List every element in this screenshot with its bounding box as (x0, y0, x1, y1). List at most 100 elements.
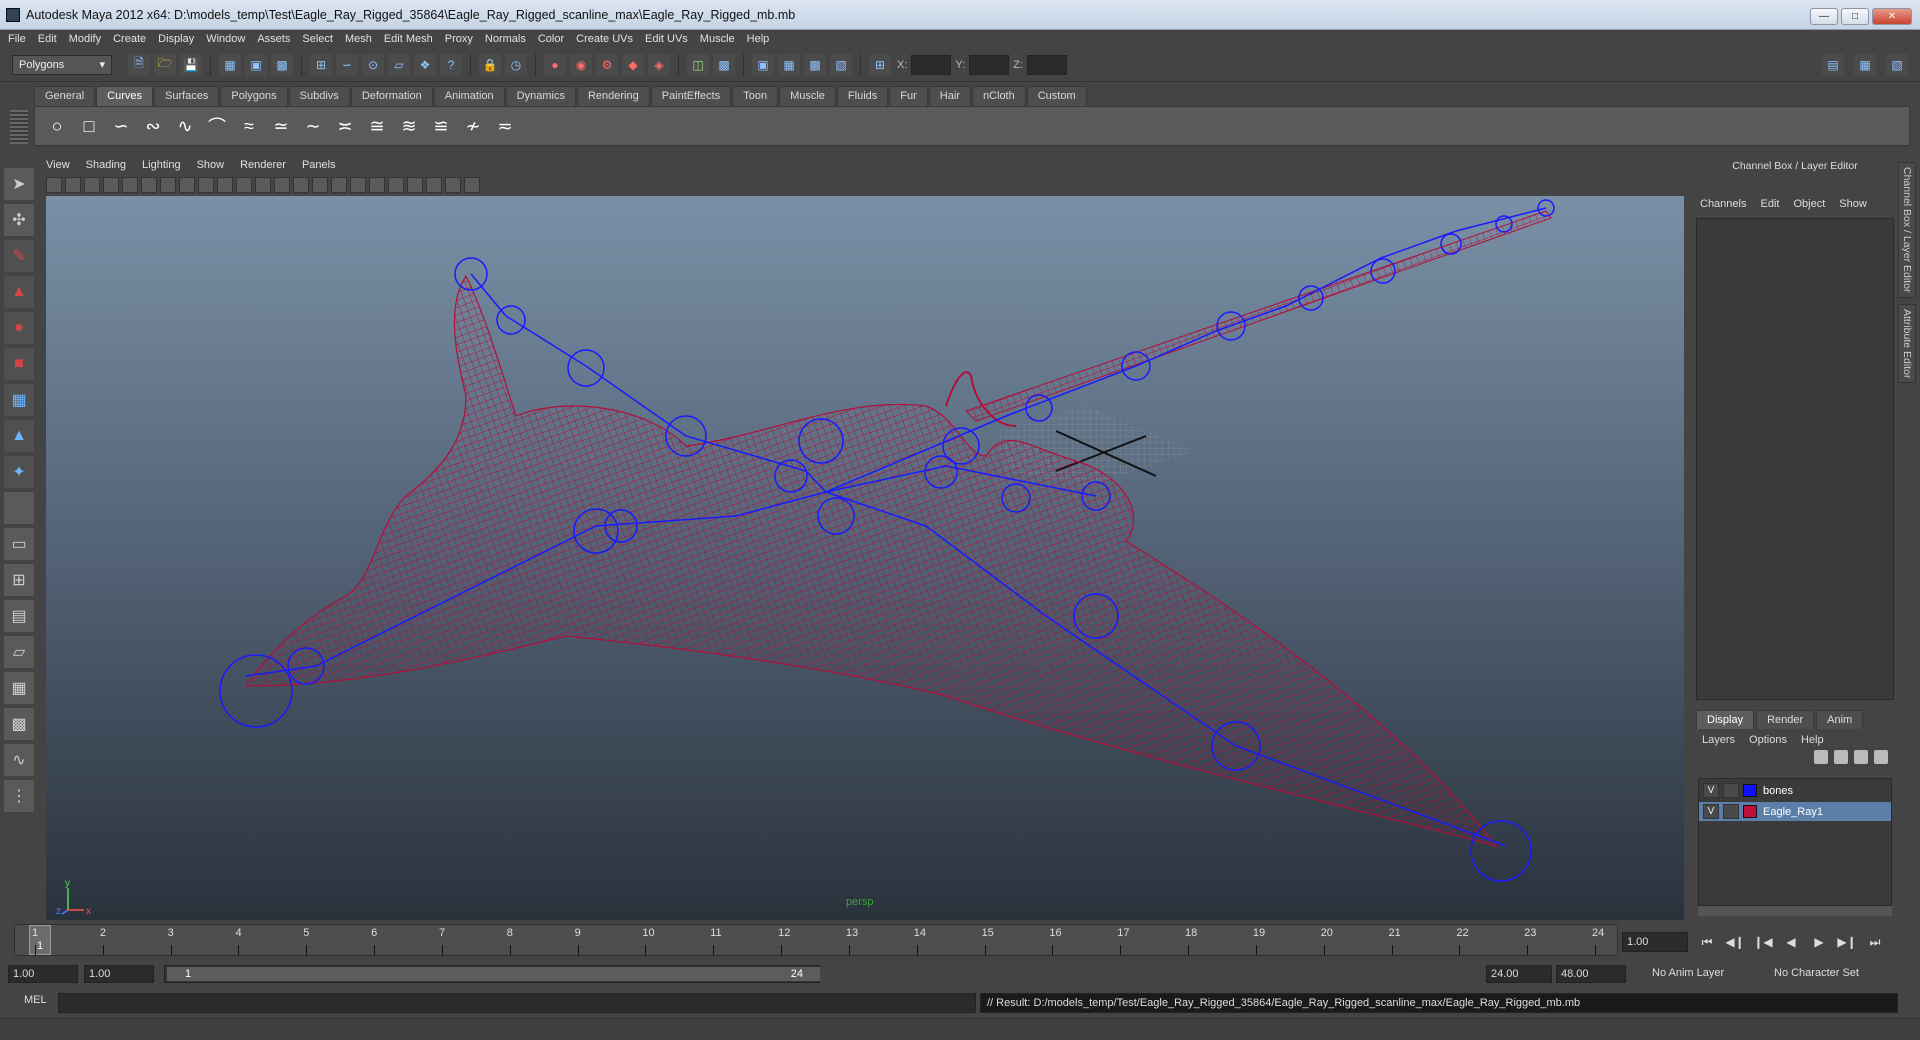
menu-display[interactable]: Display (158, 33, 194, 45)
toggle-channel-box-icon[interactable]: ▧ (1886, 54, 1908, 76)
ep-curve-icon[interactable]: ∾ (139, 112, 167, 140)
panel-menu-show[interactable]: Show (197, 159, 225, 171)
current-frame-field[interactable]: 1.00 (1622, 932, 1688, 952)
select-tool-icon[interactable]: ➤ (4, 168, 34, 200)
menu-select[interactable]: Select (302, 33, 333, 45)
history-icon[interactable]: ◷ (505, 53, 527, 76)
minimize-button[interactable]: — (1810, 8, 1838, 25)
nurbs-circle-icon[interactable]: ○ (43, 112, 71, 140)
shelf-tab-curves[interactable]: Curves (96, 86, 153, 106)
use-all-lights-icon[interactable] (369, 177, 385, 193)
project-tangent-icon[interactable]: ≂ (491, 112, 519, 140)
graph-editor-layout-icon[interactable]: ∿ (4, 744, 34, 776)
shelf-tab-painteffects[interactable]: PaintEffects (650, 86, 732, 106)
layer-row-bones[interactable]: V bones (1699, 781, 1891, 800)
persp-graph-outliner-layout-icon[interactable]: ▩ (4, 708, 34, 740)
layer-visibility-toggle[interactable]: V (1703, 783, 1719, 798)
snap-grid-icon[interactable]: ⊞ (310, 53, 332, 76)
arc-icon[interactable]: ⌒ (203, 112, 231, 140)
four-view-layout-icon[interactable]: ⊞ (4, 564, 34, 596)
rebuild-curve-icon[interactable]: ≋ (395, 112, 423, 140)
menu-edit-uvs[interactable]: Edit UVs (645, 33, 688, 45)
lasso-tool-icon[interactable]: ✣ (4, 204, 34, 236)
perspective-viewport[interactable]: y x z persp (46, 196, 1684, 920)
layer-row-eagle-ray1[interactable]: V Eagle_Ray1 (1699, 802, 1891, 821)
range-slider[interactable]: 1 24 (164, 965, 820, 983)
shelf-tab-deformation[interactable]: Deformation (350, 86, 433, 106)
menu-edit[interactable]: Edit (38, 33, 57, 45)
close-button[interactable]: ✕ (1872, 8, 1912, 25)
animation-start-field[interactable]: 1.00 (8, 965, 78, 983)
go-to-start-icon[interactable]: ⏮ (1696, 932, 1718, 952)
select-component-icon[interactable]: ▩ (271, 53, 293, 76)
create-empty-layer-icon[interactable] (1854, 750, 1868, 764)
display-icon-2[interactable]: ▦ (778, 53, 800, 76)
insert-knot-icon[interactable]: ∼ (299, 112, 327, 140)
playback-start-field[interactable]: 1.00 (84, 965, 154, 983)
go-to-end-icon[interactable]: ⏭ (1864, 932, 1886, 952)
channel-box-panel[interactable] (1696, 218, 1894, 700)
cv-curve-icon[interactable]: ∽ (107, 112, 135, 140)
layer-display-type-toggle[interactable] (1723, 783, 1739, 798)
make-live-icon[interactable]: ❖ (414, 53, 436, 76)
render-view-icon[interactable]: ◈ (648, 53, 670, 76)
add-points-icon[interactable]: ≌ (427, 112, 455, 140)
menu-create-uvs[interactable]: Create UVs (576, 33, 633, 45)
shelf-tab-animation[interactable]: Animation (433, 86, 505, 106)
detach-curves-icon[interactable]: ≃ (267, 112, 295, 140)
safe-title-icon[interactable] (274, 177, 290, 193)
create-layer-from-selected-icon[interactable] (1874, 750, 1888, 764)
soft-modification-icon[interactable]: ▲ (4, 420, 34, 452)
menu-assets[interactable]: Assets (257, 33, 290, 45)
range-slider-fill[interactable] (167, 967, 820, 981)
cb-menu-object[interactable]: Object (1793, 198, 1825, 210)
xray-icon[interactable] (407, 177, 423, 193)
menu-create[interactable]: Create (113, 33, 146, 45)
snap-plane-icon[interactable]: ▱ (388, 53, 410, 76)
render-settings-icon[interactable]: ⚙ (596, 53, 618, 76)
shelf-tab-toon[interactable]: Toon (732, 86, 779, 106)
nurbs-square-icon[interactable]: □ (75, 112, 103, 140)
menu-normals[interactable]: Normals (485, 33, 526, 45)
attach-curves-icon[interactable]: ≈ (235, 112, 263, 140)
anim-layer-selector[interactable]: No Anim Layer (1652, 967, 1724, 979)
hypershade-icon[interactable]: ◆ (622, 53, 644, 76)
2d-pan-zoom-icon[interactable] (122, 177, 138, 193)
panel-menu-panels[interactable]: Panels (302, 159, 336, 171)
film-gate-icon[interactable] (179, 177, 195, 193)
play-forwards-icon[interactable]: ▶ (1808, 932, 1830, 952)
move-layer-up-icon[interactable] (1814, 750, 1828, 764)
safe-action-icon[interactable] (255, 177, 271, 193)
grease-pencil-icon[interactable] (141, 177, 157, 193)
field-chart-icon[interactable] (236, 177, 252, 193)
menu-window[interactable]: Window (206, 33, 245, 45)
camera-attributes-icon[interactable] (65, 177, 81, 193)
shelf-tab-fluids[interactable]: Fluids (836, 86, 889, 106)
move-tool-icon[interactable]: ▲ (4, 276, 34, 308)
rotate-tool-icon[interactable]: ● (4, 312, 34, 344)
smooth-shade-icon[interactable] (312, 177, 328, 193)
layer-color-swatch[interactable] (1743, 805, 1757, 818)
layer-visibility-toggle[interactable]: V (1703, 804, 1719, 819)
toggle-attribute-editor-icon[interactable]: ▤ (1822, 54, 1844, 76)
image-plane-icon[interactable] (103, 177, 119, 193)
animation-end-field[interactable]: 48.00 (1556, 965, 1626, 983)
menu-proxy[interactable]: Proxy (445, 33, 473, 45)
shelf-grip[interactable] (10, 110, 28, 144)
display-icon-1[interactable]: ▣ (752, 53, 774, 76)
persp-outliner-layout-icon[interactable]: ▤ (4, 600, 34, 632)
shelf-tab-fur[interactable]: Fur (889, 86, 928, 106)
shelf-tab-subdivs[interactable]: Subdivs (288, 86, 350, 106)
layer-tab-render[interactable]: Render (1756, 710, 1815, 729)
hypershade-persp-layout-icon[interactable]: ▦ (4, 672, 34, 704)
bookmarks-icon[interactable] (84, 177, 100, 193)
side-tab-channel-box[interactable]: Channel Box / Layer Editor (1898, 162, 1916, 298)
panel-menu-shading[interactable]: Shading (86, 159, 126, 171)
shelf-tab-rendering[interactable]: Rendering (576, 86, 650, 106)
snap-curve-icon[interactable]: ∽ (336, 53, 358, 76)
menu-muscle[interactable]: Muscle (700, 33, 735, 45)
pencil-curve-icon[interactable]: ∿ (171, 112, 199, 140)
select-mode-icon[interactable]: ▩ (713, 53, 735, 76)
grid-toggle-icon[interactable] (160, 177, 176, 193)
paint-select-tool-icon[interactable]: ✎ (4, 240, 34, 272)
